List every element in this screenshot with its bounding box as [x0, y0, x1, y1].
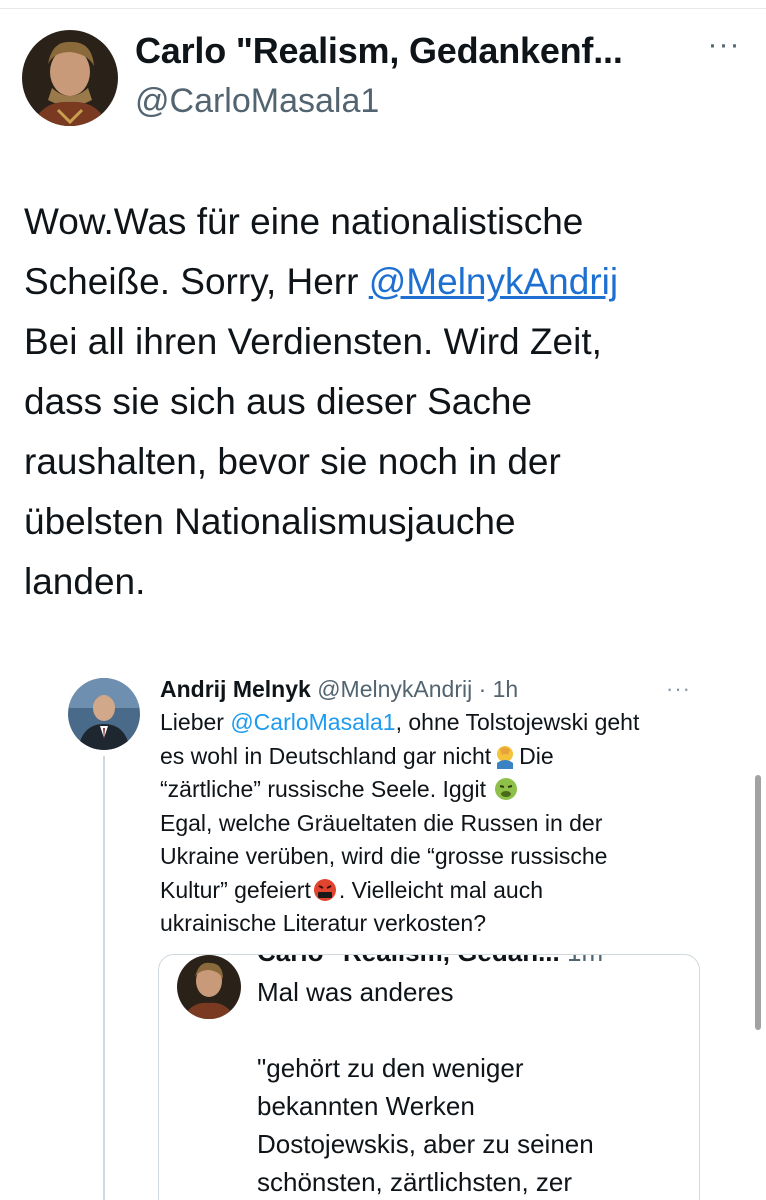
author-avatar[interactable]: [22, 30, 118, 126]
quoted-line: ukrainische Literatur verkosten?: [160, 910, 486, 936]
quoted-text-part: . Vielleicht mal auch: [338, 876, 543, 903]
quoted-text-part: “zärtliche” russische Seele. Iggit: [160, 776, 493, 802]
quoted-text: Lieber @CarloMasala1, ohne Tolstojewski …: [160, 706, 720, 941]
quoted-handle-time[interactable]: @MelnykAndrij · 1h: [317, 676, 518, 702]
quoted-header: Andrij Melnyk @MelnykAndrij · 1h: [160, 676, 518, 703]
quoted-line: Lieber @CarloMasala1, ohne Tolstojewski …: [160, 706, 720, 740]
quoted-line: Egal, welche Gräueltaten die Russen in d…: [160, 809, 603, 836]
quoted-author-avatar[interactable]: [68, 678, 140, 750]
quoted-text-part: Die: [519, 742, 554, 769]
quoted-line: Ukraine verüben, wird die “grosse russis…: [160, 843, 608, 869]
more-options-icon[interactable]: ···: [704, 30, 744, 60]
nested-time: 1m: [560, 955, 603, 967]
quoted-text-part: Lieber: [160, 709, 231, 735]
nested-line: Mal was anderes: [257, 977, 454, 1007]
quoted-more-icon[interactable]: ···: [666, 676, 691, 702]
author-name[interactable]: Carlo "Realism, Gedankenf...: [135, 30, 695, 72]
cursing-face-emoji: [313, 878, 336, 901]
mention-link[interactable]: @MelnykAndrij: [369, 261, 618, 302]
nauseated-face-emoji: [495, 778, 518, 800]
quoted-line: Kultur” gefeiert . Vielleicht mal auch: [160, 874, 720, 908]
nested-line: [257, 1011, 687, 1049]
thread-line: [103, 756, 105, 1200]
nested-text: Mal was anderes "gehört zu den weniger b…: [257, 973, 687, 1200]
divider: [0, 8, 766, 9]
author-handle[interactable]: @CarloMasala1: [135, 82, 379, 121]
tweet-text: Wow.Was für eine nationalistische Scheiß…: [24, 192, 744, 612]
nested-line: bekannten Werken: [257, 1091, 475, 1121]
nested-line: schönsten, zärtlichsten, zer: [257, 1167, 573, 1197]
nested-line: Dostojewskis, aber zu seinen: [257, 1129, 594, 1159]
quoted-line: es wohl in Deutschland gar nicht Die: [160, 740, 720, 774]
nested-author-avatar: [177, 955, 241, 1019]
quoted-author-name[interactable]: Andrij Melnyk: [160, 676, 311, 702]
quoted-text-part: , ohne Tolstojewski geht: [395, 709, 640, 735]
quoted-text-part: Kultur” gefeiert: [160, 876, 311, 903]
nested-line: "gehört zu den weniger: [257, 1053, 524, 1083]
nested-author-name: Carlo "Realism, Gedan...: [257, 955, 560, 967]
nested-quote-card[interactable]: Carlo "Realism, Gedan... 1m Mal was ande…: [158, 954, 700, 1200]
nested-header: Carlo "Realism, Gedan... 1m: [257, 955, 603, 968]
quoted-line: “zärtliche” russische Seele. Iggit: [160, 773, 720, 807]
quoted-mention-link[interactable]: @CarloMasala1: [230, 709, 395, 735]
tweet-text-part: Bei all ihren Verdiensten. Wird Zeit, da…: [24, 321, 602, 602]
quoted-text-part: es wohl in Deutschland gar nicht: [160, 742, 492, 769]
face-palm-emoji: [497, 745, 514, 769]
tweet-screenshot: Carlo "Realism, Gedankenf... @CarloMasal…: [0, 0, 766, 1200]
scrollbar[interactable]: [755, 775, 761, 1030]
